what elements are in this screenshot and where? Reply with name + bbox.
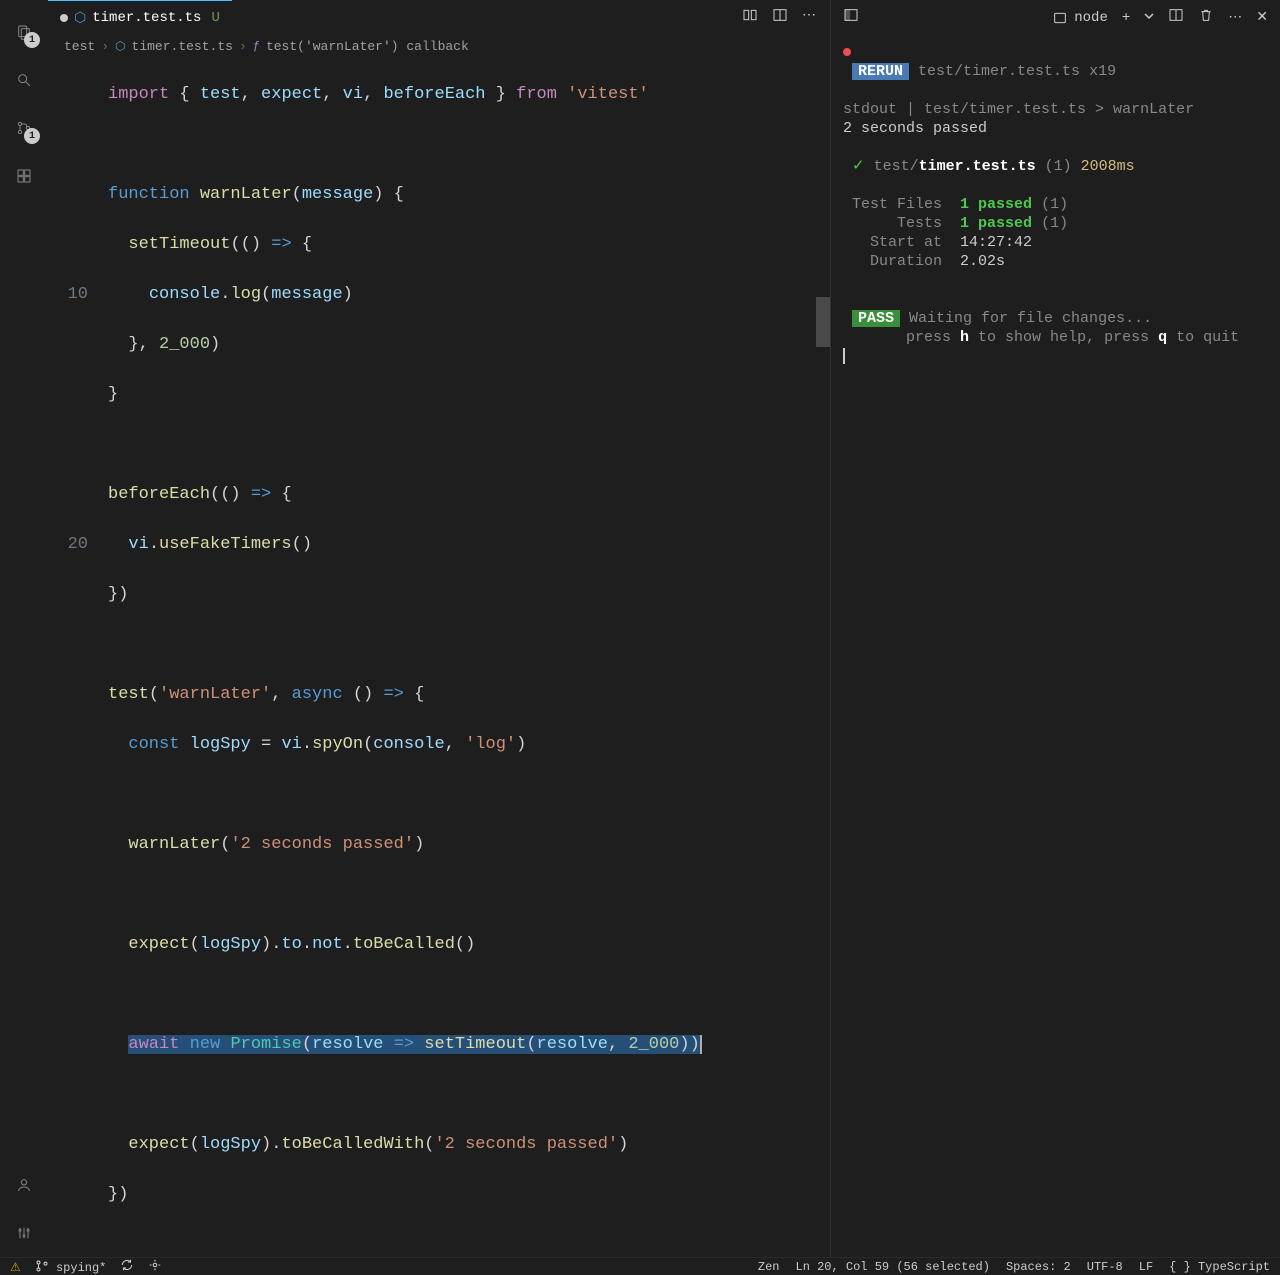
language-mode[interactable]: { } TypeScript — [1169, 1260, 1270, 1274]
sync-icon[interactable] — [120, 1258, 134, 1275]
explorer-icon[interactable]: 1 — [0, 8, 48, 56]
zen-mode[interactable]: Zen — [758, 1260, 780, 1274]
terminal-panel: node + ⋯ ✕ RERUN test/timer.test.ts x19 … — [830, 0, 1280, 1257]
split-editor-icon[interactable] — [772, 7, 788, 28]
live-share-icon[interactable] — [148, 1258, 162, 1275]
ts-file-icon: ⬡ — [74, 10, 86, 27]
breadcrumb-file[interactable]: timer.test.ts — [132, 39, 233, 54]
scm-icon[interactable]: 1 — [0, 104, 48, 152]
rerun-badge: RERUN — [852, 63, 909, 80]
tab-bar: ⬡ timer.test.ts U ⋯ — [48, 0, 830, 35]
explorer-badge: 1 — [24, 32, 40, 48]
ts-file-icon: ⬡ — [115, 39, 125, 54]
pass-badge: PASS — [852, 310, 900, 327]
cursor-position[interactable]: Ln 20, Col 59 (56 selected) — [796, 1260, 990, 1274]
error-dot-icon — [843, 48, 851, 56]
close-icon[interactable]: ✕ — [1256, 9, 1268, 26]
more-icon[interactable]: ⋯ — [802, 7, 816, 28]
terminal-tab[interactable]: node — [1052, 10, 1108, 26]
status-bar: ⚠ spying* Zen Ln 20, Col 59 (56 selected… — [0, 1257, 1280, 1275]
tab-filename: timer.test.ts — [92, 10, 201, 26]
tab-timer-test[interactable]: ⬡ timer.test.ts U — [48, 0, 232, 35]
split-terminal-icon[interactable] — [1168, 7, 1184, 28]
activity-bar: 1 1 — [0, 0, 48, 1257]
extensions-icon[interactable] — [0, 152, 48, 200]
line-gutter: 10 20 — [48, 57, 108, 1257]
breadcrumb-symbol[interactable]: test('warnLater') callback — [266, 39, 469, 54]
chevron-right-icon: › — [239, 39, 247, 54]
encoding[interactable]: UTF-8 — [1087, 1260, 1123, 1274]
new-terminal-icon[interactable]: + — [1122, 10, 1130, 26]
scm-badge: 1 — [24, 128, 40, 144]
breadcrumb[interactable]: test › ⬡ timer.test.ts › ƒ test('warnLat… — [48, 35, 830, 57]
terminal-output[interactable]: RERUN test/timer.test.ts x19 stdout | te… — [831, 35, 1280, 1257]
function-icon: ƒ — [253, 39, 260, 53]
panel-toggle-icon[interactable] — [843, 7, 859, 28]
search-icon[interactable] — [0, 56, 48, 104]
account-icon[interactable] — [0, 1161, 48, 1209]
chevron-right-icon: › — [101, 39, 109, 54]
breadcrumb-folder[interactable]: test — [64, 39, 95, 54]
indentation[interactable]: Spaces: 2 — [1006, 1260, 1071, 1274]
terminal-cursor — [843, 348, 845, 364]
trash-icon[interactable] — [1198, 7, 1214, 28]
code-editor[interactable]: 10 20 import { test, expect, vi, beforeE… — [48, 57, 830, 1257]
eol[interactable]: LF — [1139, 1260, 1153, 1274]
tab-git-status: U — [211, 10, 219, 26]
branch-indicator[interactable]: spying* — [35, 1259, 107, 1275]
more-icon[interactable]: ⋯ — [1228, 9, 1242, 26]
settings-icon[interactable] — [0, 1209, 48, 1257]
dirty-indicator-icon — [60, 14, 68, 22]
warning-icon[interactable]: ⚠ — [10, 1260, 21, 1275]
terminal-dropdown-icon[interactable] — [1144, 10, 1154, 26]
minimap-thumb[interactable] — [816, 297, 830, 347]
compare-icon[interactable] — [742, 7, 758, 28]
minimap[interactable] — [816, 57, 830, 1257]
